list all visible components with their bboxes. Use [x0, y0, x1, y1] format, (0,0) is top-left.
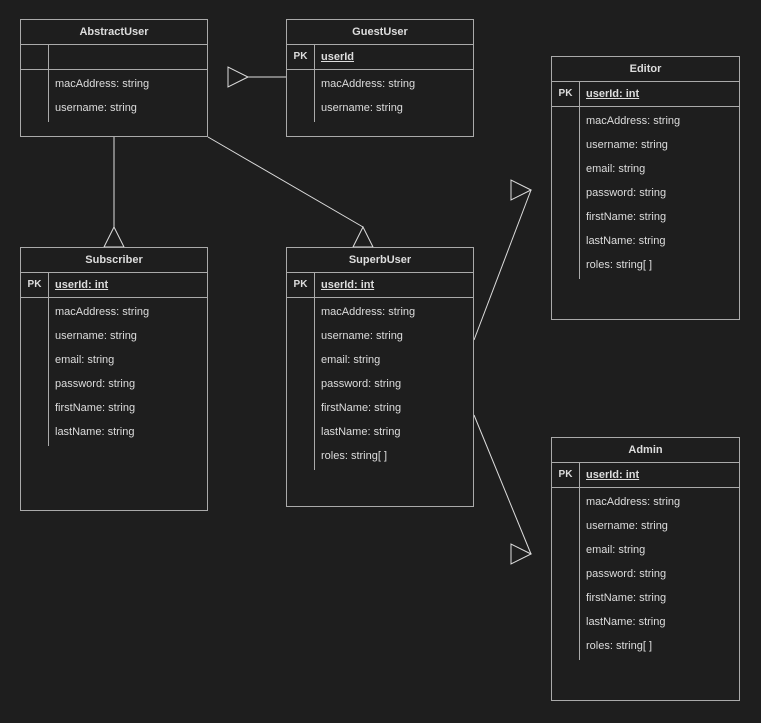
entity-attributes: macAddress: stringusername: string	[21, 70, 207, 122]
entity-guestUser: GuestUserPKuserIdmacAddress: stringusern…	[286, 19, 474, 137]
pk-label	[21, 45, 49, 69]
pk-field: userId: int	[49, 273, 207, 297]
pk-label: PK	[287, 273, 315, 297]
entity-title: GuestUser	[287, 20, 473, 45]
attr-item: firstName: string	[49, 396, 207, 420]
entity-editor: EditorPKuserId: intmacAddress: stringuse…	[551, 56, 740, 320]
entity-pk-row: PKuserId: int	[552, 463, 739, 488]
attr-list: macAddress: stringusername: stringemail:…	[315, 298, 473, 470]
pk-field: userId	[315, 45, 473, 69]
attr-item: password: string	[580, 181, 739, 205]
attr-item: macAddress: string	[49, 72, 207, 96]
attr-left-column	[287, 70, 315, 122]
entity-attributes: macAddress: stringusername: stringemail:…	[552, 107, 739, 279]
attr-item: macAddress: string	[49, 300, 207, 324]
attr-item: lastName: string	[580, 229, 739, 253]
attr-item: roles: string[ ]	[315, 444, 473, 468]
diagram-canvas: AbstractUser macAddress: stringusername:…	[0, 0, 761, 723]
attr-item: email: string	[580, 538, 739, 562]
entity-title: Subscriber	[21, 248, 207, 273]
pk-field	[49, 45, 207, 69]
entity-attributes: macAddress: stringusername: stringemail:…	[287, 298, 473, 470]
entity-pk-row: PKuserId: int	[287, 273, 473, 298]
entity-pk-row: PKuserId	[287, 45, 473, 70]
attr-item: email: string	[49, 348, 207, 372]
attr-item: firstName: string	[580, 205, 739, 229]
attr-item: username: string	[580, 514, 739, 538]
pk-label: PK	[552, 82, 580, 106]
attr-list: macAddress: stringusername: string	[49, 70, 207, 122]
attr-item: email: string	[580, 157, 739, 181]
attr-item: username: string	[315, 96, 473, 120]
entity-abstractUser: AbstractUser macAddress: stringusername:…	[20, 19, 208, 137]
entity-title: AbstractUser	[21, 20, 207, 45]
pk-label: PK	[552, 463, 580, 487]
inheritance-arrowhead	[104, 227, 124, 247]
inheritance-line	[474, 190, 531, 340]
entity-attributes: macAddress: stringusername: stringemail:…	[552, 488, 739, 660]
inheritance-arrowhead	[228, 67, 248, 87]
attr-item: macAddress: string	[580, 490, 739, 514]
inheritance-arrowhead	[511, 180, 531, 200]
inheritance-line	[208, 137, 363, 227]
attr-list: macAddress: stringusername: stringemail:…	[49, 298, 207, 446]
entity-pk-row: PKuserId: int	[552, 82, 739, 107]
attr-list: macAddress: stringusername: stringemail:…	[580, 107, 739, 279]
attr-list: macAddress: stringusername: stringemail:…	[580, 488, 739, 660]
inheritance-line	[474, 415, 531, 554]
attr-list: macAddress: stringusername: string	[315, 70, 473, 122]
attr-item: password: string	[315, 372, 473, 396]
attr-left-column	[552, 107, 580, 279]
attr-item: username: string	[49, 324, 207, 348]
entity-title: Editor	[552, 57, 739, 82]
entity-attributes: macAddress: stringusername: string	[287, 70, 473, 122]
attr-item: roles: string[ ]	[580, 253, 739, 277]
attr-item: password: string	[580, 562, 739, 586]
entity-admin: AdminPKuserId: intmacAddress: stringuser…	[551, 437, 740, 701]
attr-item: roles: string[ ]	[580, 634, 739, 658]
attr-item: username: string	[315, 324, 473, 348]
attr-item: lastName: string	[315, 420, 473, 444]
attr-item: email: string	[315, 348, 473, 372]
entity-title: SuperbUser	[287, 248, 473, 273]
attr-item: lastName: string	[580, 610, 739, 634]
attr-item: firstName: string	[315, 396, 473, 420]
attr-left-column	[287, 298, 315, 470]
pk-label: PK	[287, 45, 315, 69]
attr-item: password: string	[49, 372, 207, 396]
pk-field: userId: int	[580, 82, 739, 106]
attr-item: username: string	[580, 133, 739, 157]
attr-item: macAddress: string	[315, 72, 473, 96]
attr-item: macAddress: string	[580, 109, 739, 133]
attr-item: macAddress: string	[315, 300, 473, 324]
pk-field: userId: int	[315, 273, 473, 297]
entity-pk-row: PKuserId: int	[21, 273, 207, 298]
pk-field: userId: int	[580, 463, 739, 487]
attr-left-column	[21, 70, 49, 122]
attr-item: lastName: string	[49, 420, 207, 444]
pk-label: PK	[21, 273, 49, 297]
attr-left-column	[552, 488, 580, 660]
attr-item: firstName: string	[580, 586, 739, 610]
entity-pk-row	[21, 45, 207, 70]
entity-title: Admin	[552, 438, 739, 463]
entity-subscriber: SubscriberPKuserId: intmacAddress: strin…	[20, 247, 208, 511]
attr-left-column	[21, 298, 49, 446]
attr-item: username: string	[49, 96, 207, 120]
entity-attributes: macAddress: stringusername: stringemail:…	[21, 298, 207, 446]
inheritance-arrowhead	[511, 544, 531, 564]
entity-superbUser: SuperbUserPKuserId: intmacAddress: strin…	[286, 247, 474, 507]
inheritance-arrowhead	[353, 227, 373, 247]
